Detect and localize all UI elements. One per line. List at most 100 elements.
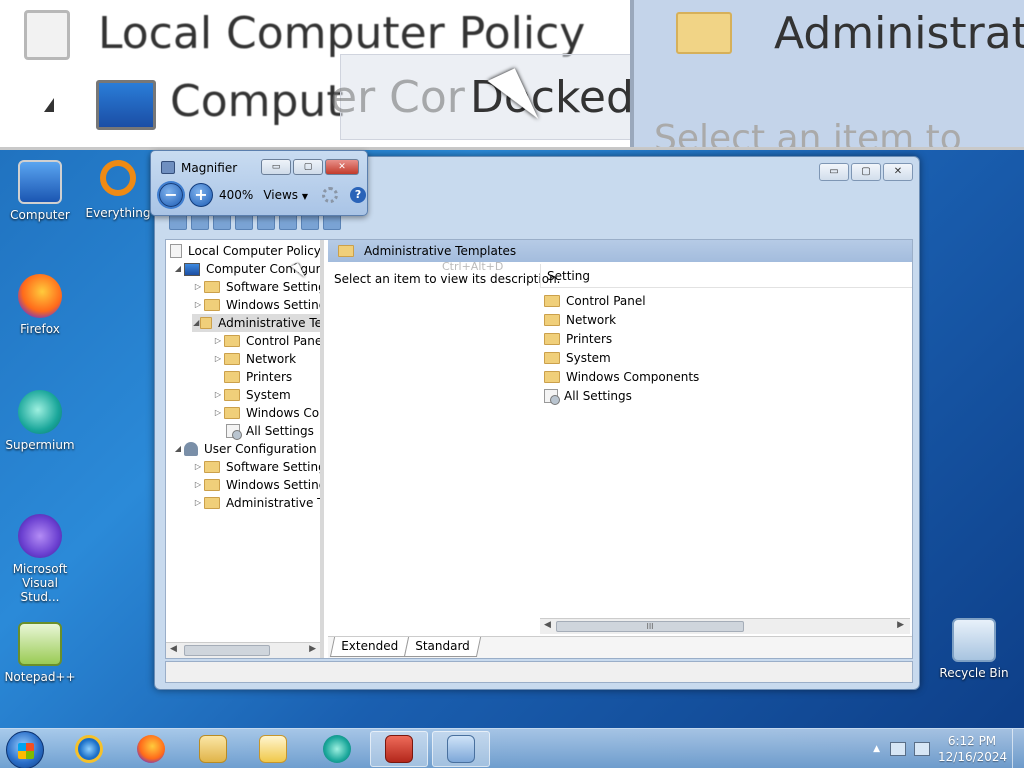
help-icon[interactable] <box>279 214 297 230</box>
export-list-icon[interactable] <box>257 214 275 230</box>
scroll-left-icon[interactable]: ◀ <box>170 644 177 654</box>
tree-item-uc-administrative-templates[interactable]: ▷ Administrative Te <box>192 494 320 512</box>
tree-horizontal-scrollbar[interactable]: ◀ ▶ <box>166 642 320 658</box>
start-button[interactable] <box>6 731 44 768</box>
group-policy-editor-window[interactable]: ▭ ▢ ✕ Local Computer Policy ◢ Computer C… <box>154 156 920 690</box>
tree-item-uc-software-settings[interactable]: ▷ Software Settings <box>192 458 320 476</box>
taskbar-group-policy[interactable] <box>432 731 490 767</box>
desktop-icon-firefox[interactable]: Firefox <box>2 274 78 336</box>
close-button[interactable]: ✕ <box>883 163 913 181</box>
desktop-icon-everything[interactable]: Everything <box>80 160 156 220</box>
collapsed-arrow-icon[interactable]: ▷ <box>212 404 224 422</box>
desktop-icon-recycle-bin[interactable]: Recycle Bin <box>936 618 1012 680</box>
tree-item-windows-components[interactable]: ▷ Windows Cor <box>212 404 324 422</box>
tree-item-all-settings[interactable]: All Settings <box>226 422 314 440</box>
taskbar-firefox[interactable] <box>122 731 180 767</box>
collapsed-arrow-icon[interactable]: ▷ <box>212 332 224 350</box>
expanded-arrow-icon[interactable]: ◢ <box>172 440 184 458</box>
list-item-label: System <box>566 351 611 365</box>
collapsed-arrow-icon[interactable]: ▷ <box>192 296 204 314</box>
tree-item-uc-windows-settings[interactable]: ▷ Windows Setting <box>192 476 320 494</box>
details-header: Administrative Templates <box>328 240 912 262</box>
tree-item-printers[interactable]: Printers <box>224 368 292 386</box>
show-desktop-button[interactable] <box>1012 729 1024 768</box>
zoom-in-button[interactable]: + <box>189 183 213 207</box>
collapsed-arrow-icon[interactable]: ▷ <box>192 278 204 296</box>
computer-icon <box>184 262 200 276</box>
tree-item-label: Windows Cor <box>246 406 324 420</box>
tree-item-cc-windows-settings[interactable]: ▷ Windows Setting <box>192 296 320 314</box>
scroll-right-icon[interactable]: ▶ <box>897 620 904 630</box>
properties-icon[interactable] <box>301 214 319 230</box>
up-folder-icon[interactable] <box>213 214 231 230</box>
scroll-left-icon[interactable]: ◀ <box>544 620 551 630</box>
clock[interactable]: 6:12 PM 12/16/2024 <box>938 733 1007 765</box>
column-header-setting[interactable]: Setting <box>540 264 912 288</box>
list-item-printers[interactable]: Printers <box>544 330 612 348</box>
collapsed-arrow-icon[interactable]: ▷ <box>192 476 204 494</box>
list-item-all-settings[interactable]: All Settings <box>544 387 632 405</box>
expanded-arrow-icon[interactable]: ◢ <box>172 260 184 278</box>
forward-icon[interactable] <box>191 214 209 230</box>
tree-item-system[interactable]: ▷ System <box>212 386 291 404</box>
scrollbar-thumb[interactable]: III <box>556 621 744 632</box>
tree-item-control-panel[interactable]: ▷ Control Panel <box>212 332 320 350</box>
network-icon[interactable] <box>890 742 906 756</box>
maximize-button[interactable]: ▢ <box>851 163 881 181</box>
list-item-control-panel[interactable]: Control Panel <box>544 292 646 310</box>
tab-extended[interactable]: Extended <box>329 637 410 657</box>
list-item-network[interactable]: Network <box>544 311 616 329</box>
collapsed-arrow-icon[interactable]: ▷ <box>192 494 204 512</box>
views-dropdown[interactable]: Views ▼ <box>263 188 308 202</box>
minimize-button[interactable]: ▭ <box>819 163 849 181</box>
volume-muted-icon[interactable] <box>914 742 930 756</box>
list-item-label: Windows Components <box>566 370 700 384</box>
desktop-icon-notepad-plus-plus[interactable]: Notepad++ <box>2 622 78 684</box>
back-icon[interactable] <box>169 214 187 230</box>
taskbar-internet-explorer[interactable] <box>60 731 118 767</box>
collapsed-arrow-icon[interactable]: ▷ <box>212 386 224 404</box>
collapsed-arrow-icon[interactable]: ▷ <box>192 458 204 476</box>
desktop-icon-label: Recycle Bin <box>939 666 1009 680</box>
expanded-arrow-icon[interactable]: ◢ <box>192 314 200 332</box>
zoom-out-button[interactable]: − <box>159 183 183 207</box>
help-button[interactable]: ? <box>350 187 367 203</box>
magnifier-close-button[interactable]: ✕ <box>325 159 359 175</box>
taskbar-media-player[interactable] <box>244 731 302 767</box>
tree-item-label: Network <box>246 352 297 366</box>
taskbar-toolbox-app[interactable] <box>370 731 428 767</box>
tree-item-local-computer-policy[interactable]: Local Computer Policy <box>170 242 320 260</box>
scrollbar-thumb[interactable] <box>184 645 270 656</box>
list-item-label: All Settings <box>564 389 632 403</box>
desktop-icon-label: Firefox <box>20 322 60 336</box>
gear-icon[interactable] <box>322 187 339 203</box>
desktop-icon-visual-studio[interactable]: Microsoft Visual Stud... <box>2 514 78 604</box>
desktop-icon-computer[interactable]: Computer <box>2 160 78 222</box>
magnifier-window[interactable]: Magnifier ▭ ▢ ✕ − + 400% Views ▼ ? <box>150 150 368 216</box>
tree-item-cc-software-settings[interactable]: ▷ Software Settings <box>192 278 320 296</box>
taskbar-file-explorer[interactable] <box>184 731 242 767</box>
filter-icon[interactable] <box>323 214 341 230</box>
tab-standard[interactable]: Standard <box>403 637 481 657</box>
tree-item-cc-administrative-templates[interactable]: ◢ Administrative Te <box>192 314 322 332</box>
tree-item-network[interactable]: ▷ Network <box>212 350 296 368</box>
list-item-windows-components[interactable]: Windows Components <box>544 368 699 386</box>
list-horizontal-scrollbar[interactable]: ◀ III ▶ <box>540 618 910 634</box>
folder-icon <box>544 352 560 364</box>
desktop-icon-label: Everything <box>85 206 151 220</box>
magnifier-maximize-button[interactable]: ▢ <box>293 159 323 175</box>
media-player-icon <box>259 735 287 763</box>
scroll-right-icon[interactable]: ▶ <box>309 644 316 654</box>
notepad-plus-plus-icon <box>18 622 62 666</box>
taskbar-supermium[interactable] <box>308 731 366 767</box>
folder-icon <box>676 12 732 54</box>
show-hide-tree-icon[interactable] <box>235 214 253 230</box>
magnifier-docked-view: Local Computer Policy Comput er Cor Dock… <box>0 0 1024 150</box>
list-item-system[interactable]: System <box>544 349 611 367</box>
show-hidden-icons-button[interactable]: ▲ <box>873 744 880 754</box>
collapsed-arrow-icon[interactable]: ▷ <box>212 350 224 368</box>
desktop-icon-supermium[interactable]: Supermium <box>2 390 78 452</box>
tree-item-label: Administrative Te <box>218 316 322 330</box>
magnifier-minimize-button[interactable]: ▭ <box>261 159 291 175</box>
tree-item-user-configuration[interactable]: ◢ User Configuration <box>172 440 317 458</box>
